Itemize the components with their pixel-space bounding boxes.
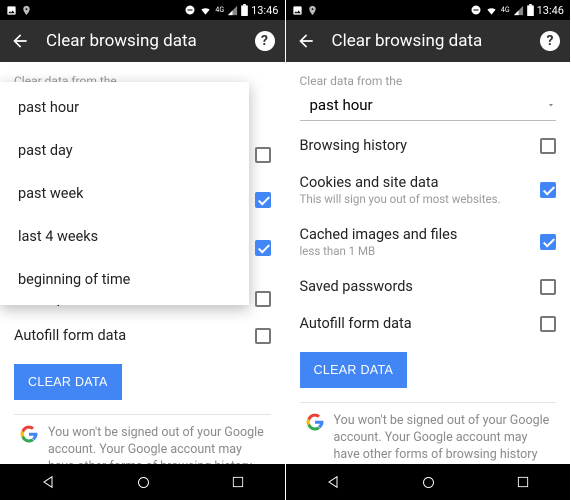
location-icon <box>307 5 318 16</box>
time-range-select[interactable]: past hour <box>300 88 557 121</box>
list-item[interactable]: Saved passwords <box>300 268 557 305</box>
item-title: Cookies and site data <box>300 174 533 191</box>
signal-icon <box>513 5 524 16</box>
network-label: 4G <box>501 6 510 14</box>
back-arrow-icon[interactable] <box>296 31 316 51</box>
back-arrow-icon[interactable] <box>10 31 30 51</box>
dropdown-caret-icon <box>546 100 556 110</box>
list-item[interactable]: Autofill form data <box>14 317 271 354</box>
nav-bar <box>286 464 571 500</box>
nav-back-icon[interactable] <box>40 474 56 490</box>
item-title: Autofill form data <box>300 315 533 332</box>
wifi-icon <box>485 5 498 16</box>
clock: 13:46 <box>251 4 278 17</box>
time-range-value: past hour <box>300 96 547 114</box>
nav-home-icon[interactable] <box>136 475 151 490</box>
status-bar: 4G 13:46 <box>286 0 571 20</box>
checkbox[interactable] <box>255 192 271 208</box>
nav-recent-icon[interactable] <box>516 475 530 489</box>
item-title: Autofill form data <box>14 327 247 344</box>
time-range-dropdown: past hour past day past week last 4 week… <box>0 82 249 305</box>
dropdown-option[interactable]: past hour <box>0 86 249 129</box>
image-icon <box>6 5 17 16</box>
checkbox[interactable] <box>255 291 271 307</box>
status-bar: 4G 13:46 <box>0 0 285 20</box>
dropdown-option[interactable]: past week <box>0 172 249 215</box>
list-item[interactable]: Browsing history <box>300 127 557 164</box>
list-item[interactable]: Autofill form data <box>300 305 557 342</box>
checkbox[interactable] <box>540 316 556 332</box>
wifi-icon <box>199 5 212 16</box>
checkbox[interactable] <box>255 328 271 344</box>
dropdown-option[interactable]: last 4 weeks <box>0 215 249 258</box>
battery-icon <box>241 4 248 16</box>
nav-back-icon[interactable] <box>325 474 341 490</box>
checkbox[interactable] <box>540 234 556 250</box>
list-item[interactable]: Cookies and site data This will sign you… <box>300 164 557 216</box>
item-subtitle: This will sign you out of most websites. <box>300 192 533 206</box>
battery-icon <box>527 4 534 16</box>
checkbox[interactable] <box>540 182 556 198</box>
checkbox[interactable] <box>540 279 556 295</box>
nav-home-icon[interactable] <box>421 475 436 490</box>
page-title: Clear browsing data <box>46 31 255 51</box>
network-label: 4G <box>215 6 224 14</box>
item-subtitle: less than 1 MB <box>300 244 533 258</box>
app-bar: Clear browsing data ? <box>0 20 285 62</box>
page-title: Clear browsing data <box>332 31 541 51</box>
screen-left: 4G 13:46 Clear browsing data ? Clear dat… <box>0 0 286 500</box>
dropdown-option[interactable]: beginning of time <box>0 258 249 301</box>
app-bar: Clear browsing data ? <box>286 20 571 62</box>
clock: 13:46 <box>537 4 564 17</box>
signal-icon <box>227 5 238 16</box>
checkbox[interactable] <box>540 138 556 154</box>
help-icon[interactable]: ? <box>255 31 275 51</box>
dnd-icon <box>184 4 196 16</box>
item-title: Browsing history <box>300 137 533 154</box>
checkbox[interactable] <box>255 240 271 256</box>
clear-data-button[interactable]: CLEAR DATA <box>300 352 408 388</box>
image-icon <box>292 5 303 16</box>
nav-recent-icon[interactable] <box>231 475 245 489</box>
item-title: Cached images and files <box>300 226 533 243</box>
list-item[interactable]: Cached images and files less than 1 MB <box>300 216 557 268</box>
screen-right: 4G 13:46 Clear browsing data ? Clear dat… <box>286 0 571 500</box>
checkbox[interactable] <box>255 147 271 163</box>
location-icon <box>21 5 32 16</box>
nav-bar <box>0 464 285 500</box>
dnd-icon <box>470 4 482 16</box>
clear-data-button[interactable]: CLEAR DATA <box>14 364 122 400</box>
dropdown-option[interactable]: past day <box>0 129 249 172</box>
item-title: Saved passwords <box>300 278 533 295</box>
help-icon[interactable]: ? <box>540 31 560 51</box>
section-label: Clear data from the <box>300 74 557 88</box>
